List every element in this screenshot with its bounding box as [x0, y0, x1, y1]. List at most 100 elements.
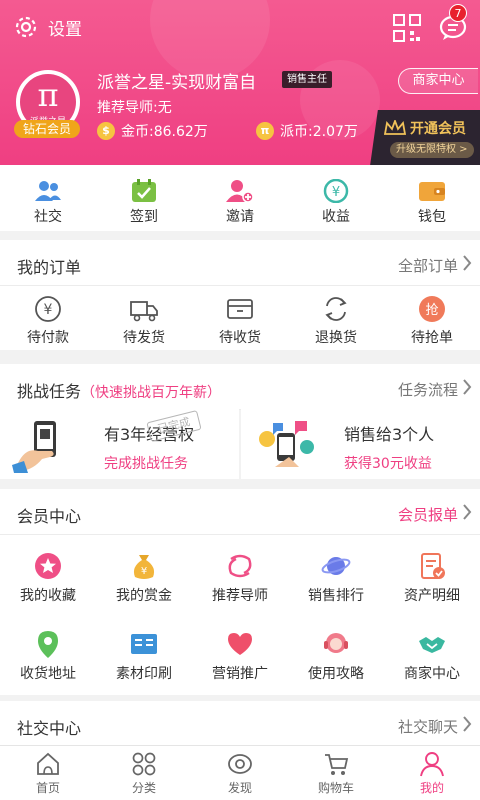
- chevron-right-icon: [463, 716, 472, 732]
- member-mentor[interactable]: 推荐导师: [192, 535, 288, 615]
- member-marketing[interactable]: 营销推广: [192, 615, 288, 695]
- qr-code-icon[interactable]: [392, 13, 422, 43]
- favorite-star-icon: [35, 553, 61, 579]
- member-address[interactable]: 收货地址: [0, 615, 96, 695]
- order-label: 待发货: [123, 330, 165, 346]
- pi-coin-icon: π: [256, 122, 274, 140]
- crown-icon: [384, 120, 406, 135]
- order-to-ship[interactable]: 待发货: [96, 286, 192, 350]
- tab-label: 发现: [227, 781, 252, 795]
- tab-home[interactable]: 首页: [0, 746, 96, 800]
- tab-label: 分类: [131, 781, 156, 795]
- quick-invite[interactable]: 邀请: [192, 165, 288, 231]
- member-row-2: 收货地址 素材印刷 营销推广 使用攻略 商家中心: [0, 615, 480, 695]
- orders-title: 我的订单: [17, 258, 82, 277]
- quick-wallet[interactable]: 钱包: [384, 165, 480, 231]
- gold-coin-balance[interactable]: $ 金币:86.62万: [97, 121, 208, 141]
- order-unpaid[interactable]: ¥ 待付款: [0, 286, 96, 350]
- social-center-title: 社交中心: [17, 719, 82, 738]
- task-card-operating-right[interactable]: 有3年经营权 完成挑战任务: [0, 409, 239, 479]
- tasks-header[interactable]: 挑战任务（快速挑战百万年薪） 任务流程: [0, 364, 480, 410]
- tab-cart[interactable]: 购物车: [288, 746, 384, 800]
- social-chat-link[interactable]: 社交聊天: [398, 716, 458, 737]
- handshake-icon: [419, 637, 445, 653]
- sales-illustration-icon: [259, 421, 314, 467]
- task-subtitle: 完成挑战任务: [104, 456, 188, 472]
- asset-detail-icon: [421, 553, 445, 579]
- quick-earnings[interactable]: ¥ 收益: [288, 165, 384, 231]
- member-label: 收货地址: [20, 666, 76, 682]
- orders-header[interactable]: 我的订单 全部订单: [0, 240, 480, 286]
- category-icon: [132, 752, 156, 776]
- svg-text:¥: ¥: [332, 185, 340, 200]
- order-label: 待抢单: [411, 330, 453, 346]
- profile-icon: [420, 752, 444, 777]
- all-orders-link[interactable]: 全部订单: [398, 255, 458, 276]
- discover-eye-icon: [228, 754, 252, 774]
- order-return[interactable]: 退换货: [288, 286, 384, 350]
- member-merchant-center[interactable]: 商家中心: [384, 615, 480, 695]
- tasks-title: 挑战任务（快速挑战百万年薪）: [17, 378, 221, 402]
- merchant-center-button[interactable]: 商家中心: [398, 68, 478, 94]
- vip-title: 开通会员: [410, 121, 466, 137]
- svg-text:¥: ¥: [44, 302, 53, 318]
- member-guide[interactable]: 使用攻略: [288, 615, 384, 695]
- gear-icon: [15, 16, 37, 38]
- grab-order-glyph: 抢: [425, 302, 438, 318]
- pai-coin-balance[interactable]: π 派币:2.07万: [256, 121, 358, 141]
- order-to-receive[interactable]: 待收货: [192, 286, 288, 350]
- avatar-logo: π: [37, 76, 59, 114]
- member-favorites[interactable]: 我的收藏: [0, 535, 96, 615]
- quick-actions: 社交 签到 邀请 ¥ 收益 钱包: [0, 165, 480, 231]
- chevron-right-icon: [463, 504, 472, 520]
- role-tag: 销售主任: [282, 71, 332, 88]
- exchange-icon: [325, 297, 347, 321]
- member-label: 销售排行: [308, 588, 364, 604]
- quick-label: 邀请: [226, 209, 254, 225]
- task-subtitle: 获得30元收益: [344, 456, 432, 472]
- member-center-title: 会员中心: [17, 507, 82, 526]
- member-label: 推荐导师: [212, 588, 268, 604]
- tab-label: 购物车: [317, 781, 354, 795]
- vip-upgrade-label[interactable]: 升级无限特权 >: [390, 142, 474, 158]
- quick-label: 社交: [34, 209, 62, 225]
- dollar-coin-icon: $: [97, 122, 115, 140]
- member-label: 素材印刷: [116, 666, 172, 682]
- member-level-badge: 钻石会员: [14, 120, 80, 138]
- tab-discover[interactable]: 发现: [192, 746, 288, 800]
- tasks-title-text: 挑战任务: [17, 382, 82, 401]
- member-label: 使用攻略: [308, 666, 364, 682]
- task-title: 销售给3个人: [344, 425, 435, 444]
- member-bounty[interactable]: ¥ 我的赏金: [96, 535, 192, 615]
- mentor-label: 推荐导师:无: [97, 100, 172, 116]
- settings-label: 设置: [48, 19, 82, 40]
- calendar-check-icon: [132, 179, 156, 202]
- grab-order-icon: 抢: [419, 296, 445, 322]
- member-center-header[interactable]: 会员中心 会员报单: [0, 489, 480, 535]
- member-asset-detail[interactable]: 资产明细: [384, 535, 480, 615]
- vip-open-button[interactable]: 开通会员: [384, 118, 466, 138]
- location-pin-icon: [38, 631, 58, 658]
- member-report-link[interactable]: 会员报单: [398, 504, 458, 525]
- user-name: 派誉之星-实现财富自: [97, 73, 257, 93]
- truck-icon: [130, 301, 158, 322]
- tab-category[interactable]: 分类: [96, 746, 192, 800]
- planet-ranking-icon: [321, 557, 351, 575]
- social-center-header[interactable]: 社交中心 社交聊天: [0, 701, 480, 747]
- tab-profile[interactable]: 我的: [384, 746, 480, 800]
- member-label: 商家中心: [404, 666, 460, 682]
- quick-social[interactable]: 社交: [0, 165, 96, 231]
- member-sales-ranking[interactable]: 销售排行: [288, 535, 384, 615]
- gold-coin-label: 金币:86.62万: [121, 124, 208, 140]
- order-grab[interactable]: 抢 待抢单: [384, 286, 480, 350]
- member-label: 我的赏金: [116, 588, 172, 604]
- support-agent-icon: [324, 633, 348, 653]
- order-label: 待付款: [27, 330, 69, 346]
- member-print-material[interactable]: 素材印刷: [96, 615, 192, 695]
- settings-button[interactable]: 设置: [12, 12, 82, 42]
- task-flow-link[interactable]: 任务流程: [398, 379, 458, 400]
- message-count-badge: 7: [449, 4, 467, 22]
- quick-label: 收益: [322, 209, 350, 225]
- quick-checkin[interactable]: 签到: [96, 165, 192, 231]
- task-card-sell[interactable]: 销售给3个人 获得30元收益: [241, 409, 480, 479]
